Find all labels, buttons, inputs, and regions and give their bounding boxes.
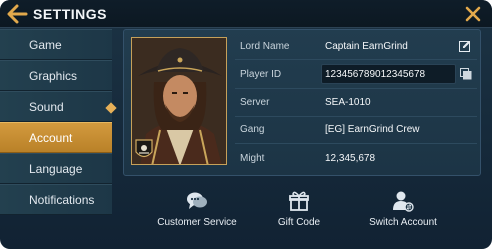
sidebar-item-label: Graphics xyxy=(29,69,78,83)
player-id-label: Player ID xyxy=(240,69,282,80)
sidebar-item-game[interactable]: Game xyxy=(0,29,112,60)
sidebar-item-label: Notifications xyxy=(29,193,95,207)
sidebar-item-label: Game xyxy=(29,38,62,52)
lord-name-label: Lord Name xyxy=(240,41,290,52)
sidebar-item-label: Language xyxy=(29,162,83,176)
sidebar-item-language[interactable]: Language xyxy=(0,153,112,184)
sidebar-item-label: Sound xyxy=(29,100,64,114)
player-id-value: 123456789012345678 xyxy=(325,69,426,80)
close-icon[interactable] xyxy=(464,5,482,23)
sidebar-item-notifications[interactable]: Notifications xyxy=(0,184,112,215)
gang-label: Gang xyxy=(240,124,265,135)
chat-bubbles-icon xyxy=(187,192,207,209)
switch-account-button[interactable]: Switch Account xyxy=(366,190,440,228)
back-arrow-icon[interactable] xyxy=(6,4,28,24)
edit-icon[interactable] xyxy=(459,40,471,52)
gift-icon xyxy=(289,191,309,211)
customer-service-label: Customer Service xyxy=(157,217,237,228)
lord-name-value: Captain EarnGrind xyxy=(325,41,408,52)
sidebar-item-label: Account xyxy=(29,131,73,145)
copy-icon[interactable] xyxy=(460,68,472,80)
header-bar: SETTINGS xyxy=(0,0,492,28)
settings-sidebar: Game Graphics Sound Account Language Not… xyxy=(0,29,116,217)
crest-icon xyxy=(135,139,153,158)
gift-code-button[interactable]: Gift Code xyxy=(270,190,328,228)
row-divider xyxy=(235,116,477,117)
gang-value: [EG] EarnGrind Crew xyxy=(325,124,420,135)
sidebar-item-graphics[interactable]: Graphics xyxy=(0,60,112,91)
server-value: SEA-1010 xyxy=(325,97,371,108)
page-title: SETTINGS xyxy=(33,6,108,22)
gift-code-label: Gift Code xyxy=(277,217,321,228)
sidebar-item-sound[interactable]: Sound xyxy=(0,91,112,122)
server-label: Server xyxy=(240,97,270,108)
switch-user-icon xyxy=(393,191,414,212)
row-divider xyxy=(235,88,477,89)
row-divider xyxy=(235,59,477,60)
customer-service-button[interactable]: Customer Service xyxy=(155,190,239,228)
sidebar-item-account[interactable]: Account xyxy=(0,122,112,153)
settings-panel: SETTINGS Game Graphics Sound Account Lan… xyxy=(0,0,492,249)
row-divider xyxy=(235,143,477,144)
might-label: Might xyxy=(240,153,265,164)
switch-account-label: Switch Account xyxy=(369,217,437,228)
might-value: 12,345,678 xyxy=(325,153,376,164)
